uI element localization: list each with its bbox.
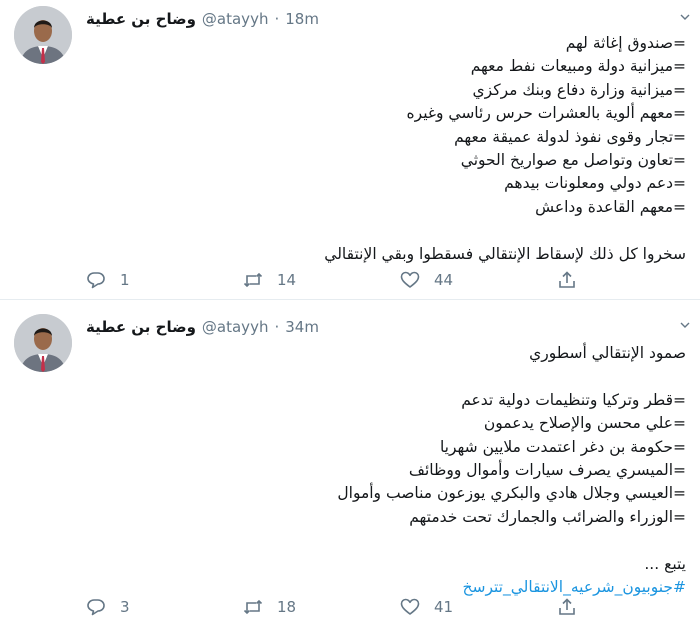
author-handle[interactable]: @atayyh <box>202 10 269 28</box>
tweet-line: =العيسي وجلال هادي والبكري يوزعون مناصب … <box>337 484 686 503</box>
chevron-down-icon[interactable] <box>680 12 690 22</box>
tweet-header: وضاح بن عطية @atayyh · 34m <box>86 318 319 336</box>
tweet-time[interactable]: 34m <box>285 318 319 336</box>
retweet-count: 14 <box>277 271 297 289</box>
tweet-text: صمود الإنتقالي أسطوري =قطر وتركيا وتنظيم… <box>96 342 686 599</box>
tweet-line: =صندوق إغاثة لهم <box>565 34 686 52</box>
separator-dot: · <box>274 10 280 28</box>
tweet-line: =قطر وتركيا وتنظيمات دولية تدعم <box>461 390 686 409</box>
tweet-line: =ميزانية دولة ومبيعات نفط معهم <box>470 57 686 76</box>
like-button[interactable]: 44 <box>400 270 557 290</box>
tweet-text: =صندوق إغاثة لهم =ميزانية دولة ومبيعات ن… <box>96 32 686 266</box>
reply-button[interactable]: 1 <box>86 270 243 290</box>
tweet-line: =ميزانية وزارة دفاع وبنك مركزي <box>472 80 686 99</box>
tweet-actions: 3 18 41 <box>86 597 700 617</box>
tweet-line: =الميسري يصرف سيارات وأموال ووظائف <box>408 461 686 480</box>
reply-count: 1 <box>120 271 130 289</box>
tweet-line: =علي محسن والإصلاح يدعمون <box>483 414 686 433</box>
tweet-line: يتبع ... <box>644 554 686 573</box>
tweet-line: =دعم دولي ومعلونات بيدهم <box>504 174 686 193</box>
tweet-line: =تعاون وتواصل مع صواريخ الحوثي <box>460 151 686 170</box>
retweet-button[interactable]: 14 <box>243 270 400 290</box>
tweet-line: =معهم ألوية بالعشرات حرس رئاسي وغيره <box>406 104 686 123</box>
author-name[interactable]: وضاح بن عطية <box>86 10 196 28</box>
tweet[interactable]: وضاح بن عطية @atayyh · 18m =صندوق إغاثة … <box>0 0 700 300</box>
tweet-line: =حكومة بن دغر اعتمدت ملايين شهريا <box>439 437 686 456</box>
separator-dot: · <box>274 318 280 336</box>
share-icon <box>559 598 575 615</box>
retweet-icon <box>243 599 263 615</box>
retweet-icon <box>243 272 263 288</box>
tweet-line: =معهم القاعدة وداعش <box>535 197 686 216</box>
heart-icon <box>400 598 420 615</box>
reply-button[interactable]: 3 <box>86 597 243 617</box>
share-button[interactable] <box>557 597 700 617</box>
hashtag-link[interactable]: #جنوبيون_شرعيه_الانتقالي_تترسخ <box>96 576 686 599</box>
retweet-button[interactable]: 18 <box>243 597 400 617</box>
tweet-line: =تجار وقوى نفوذ لدولة عميقة معهم <box>454 127 686 146</box>
tweet-header: وضاح بن عطية @atayyh · 18m <box>86 10 319 28</box>
author-name[interactable]: وضاح بن عطية <box>86 318 196 336</box>
chevron-down-icon[interactable] <box>680 320 690 330</box>
share-icon <box>559 271 575 288</box>
like-count: 44 <box>434 271 454 289</box>
author-handle[interactable]: @atayyh <box>202 318 269 336</box>
like-button[interactable]: 41 <box>400 597 557 617</box>
reply-count: 3 <box>120 598 130 616</box>
share-button[interactable] <box>557 270 700 290</box>
avatar[interactable] <box>14 6 72 64</box>
like-count: 41 <box>434 598 454 616</box>
tweet-line: =الوزراء والضرائب والجمارك تحت خدمتهم <box>409 507 686 526</box>
tweet[interactable]: وضاح بن عطية @atayyh · 34m صمود الإنتقال… <box>0 300 700 621</box>
tweet-line: سخروا كل ذلك لإسقاط الإنتقالي فسقطوا وبق… <box>324 244 686 263</box>
avatar[interactable] <box>14 314 72 372</box>
heart-icon <box>400 271 420 288</box>
reply-icon <box>87 272 105 289</box>
tweet-line: صمود الإنتقالي أسطوري <box>529 344 686 362</box>
reply-icon <box>87 599 105 616</box>
retweet-count: 18 <box>277 598 297 616</box>
tweet-actions: 1 14 44 <box>86 270 700 290</box>
tweet-time[interactable]: 18m <box>285 10 319 28</box>
